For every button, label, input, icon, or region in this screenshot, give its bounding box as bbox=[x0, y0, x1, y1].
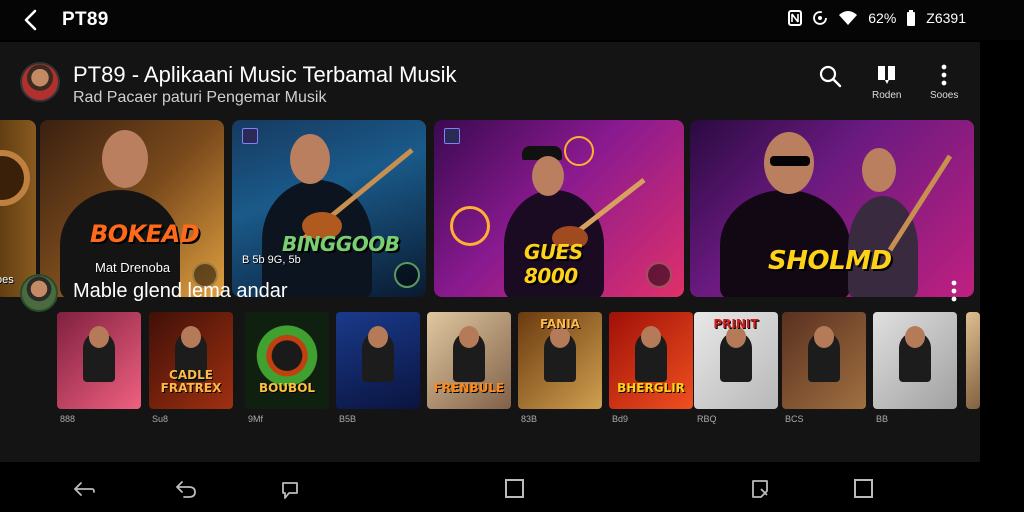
album-artist-face bbox=[459, 326, 479, 348]
album-meta: B5B bbox=[339, 414, 357, 424]
section-avatar[interactable] bbox=[20, 274, 58, 312]
featured-card-title: BINGGOOB bbox=[282, 232, 400, 256]
data-saver-icon bbox=[813, 11, 828, 25]
album-title: CADLE FRATREX bbox=[160, 368, 222, 395]
album-title: BOUBOL bbox=[258, 381, 316, 395]
album-card[interactable] bbox=[873, 312, 957, 409]
battery-percentage: 62% bbox=[868, 10, 897, 26]
album-artist-face bbox=[89, 326, 109, 348]
share-icon[interactable] bbox=[278, 478, 302, 500]
album-card[interactable]: BHERGLIR bbox=[609, 312, 693, 409]
play-badge-icon[interactable] bbox=[394, 262, 420, 288]
home-square-icon[interactable] bbox=[503, 478, 527, 500]
app-title: PT89 bbox=[62, 9, 109, 30]
album-artist-face bbox=[905, 326, 925, 348]
more-label: Sooes bbox=[930, 90, 959, 101]
featured-card-subtitle: oes bbox=[0, 274, 14, 286]
featured-card-title: BOKEAD bbox=[90, 220, 200, 248]
play-badge-icon[interactable] bbox=[646, 262, 672, 288]
search-icon bbox=[819, 65, 842, 88]
album-card[interactable] bbox=[57, 312, 141, 409]
library-icon bbox=[877, 66, 895, 84]
channel-avatar[interactable] bbox=[20, 62, 60, 102]
album-artist-face bbox=[641, 326, 661, 348]
app-panel: PT89 - Aplikaani Music Terbamal Musik Ra… bbox=[0, 42, 980, 462]
featured-carousel[interactable]: oes BOKEAD Mat Drenoba BINGGOOB B 5b 9G,… bbox=[0, 120, 980, 297]
artist-face bbox=[102, 130, 148, 188]
ring-graphic bbox=[564, 136, 594, 166]
album-card[interactable] bbox=[782, 312, 866, 409]
featured-card-title: GUES 8000 bbox=[524, 240, 583, 288]
section-more-button[interactable] bbox=[950, 280, 958, 307]
guitar-graphic bbox=[887, 154, 953, 252]
nfc-icon bbox=[788, 10, 803, 26]
album-title: FRENBULE bbox=[433, 381, 505, 395]
album-meta: Su8 bbox=[152, 414, 169, 424]
album-card[interactable]: FANIA bbox=[518, 312, 602, 409]
album-artist-face bbox=[368, 326, 388, 348]
more-vert-icon bbox=[951, 280, 957, 302]
status-icons: 62% Z6391 bbox=[788, 10, 966, 26]
clock: Z6391 bbox=[926, 10, 966, 26]
featured-card[interactable]: oes bbox=[0, 120, 36, 297]
section-title: Mable glend lema andar bbox=[73, 280, 288, 302]
ring-graphic bbox=[450, 206, 490, 246]
library-label: Roden bbox=[872, 90, 902, 101]
album-meta: 9Mf bbox=[248, 414, 264, 424]
album-card[interactable]: PRINIT bbox=[694, 312, 778, 409]
bookmark-icon[interactable] bbox=[749, 478, 773, 500]
navigation-bar bbox=[0, 466, 1024, 512]
album-card[interactable]: FRENBULE bbox=[427, 312, 511, 409]
featured-card[interactable]: BOKEAD Mat Drenoba bbox=[40, 120, 224, 297]
album-artist-face bbox=[181, 326, 201, 348]
album-meta: 888 bbox=[60, 414, 76, 424]
album-title: FANIA bbox=[540, 317, 580, 331]
album-meta: Bd9 bbox=[612, 414, 629, 424]
album-meta: RBQ bbox=[697, 414, 717, 424]
speaker-graphic bbox=[0, 150, 30, 206]
more-vert-icon bbox=[941, 64, 947, 86]
featured-card[interactable]: SHOLMD bbox=[690, 120, 974, 297]
album-artist-face bbox=[814, 326, 834, 348]
album-row[interactable]: 888 CADLE FRATREX Su8 BOUBOL 9Mf B5B FRE… bbox=[0, 312, 980, 424]
undo-icon[interactable] bbox=[174, 478, 198, 500]
album-card-partial[interactable] bbox=[966, 312, 980, 409]
featured-card[interactable]: BINGGOOB B 5b 9G, 5b bbox=[232, 120, 426, 297]
featured-card-subtitle: Mat Drenoba bbox=[95, 260, 171, 275]
album-meta: 83B bbox=[521, 414, 538, 424]
album-title: BHERGLIR bbox=[617, 381, 685, 395]
library-button[interactable]: Roden bbox=[872, 64, 901, 101]
artist-figure bbox=[720, 190, 850, 297]
battery-icon bbox=[907, 10, 916, 26]
album-meta: BB bbox=[876, 414, 889, 424]
album-card[interactable] bbox=[336, 312, 420, 409]
status-bar: PT89 62% Z6391 bbox=[0, 0, 1024, 40]
more-options-button[interactable]: Sooes bbox=[930, 64, 958, 101]
featured-card-title: SHOLMD bbox=[768, 246, 892, 276]
back-icon[interactable] bbox=[72, 478, 96, 500]
featured-card[interactable]: GUES 8000 bbox=[434, 120, 684, 297]
album-card[interactable]: CADLE FRATREX bbox=[149, 312, 233, 409]
wifi-icon bbox=[839, 11, 858, 25]
explicit-tag-icon bbox=[242, 128, 258, 144]
recents-square-icon[interactable] bbox=[852, 478, 876, 500]
album-meta: BCS bbox=[785, 414, 804, 424]
album-card[interactable]: BOUBOL bbox=[245, 312, 329, 409]
back-arrow-icon[interactable] bbox=[18, 8, 44, 32]
featured-card-subtitle: B 5b 9G, 5b bbox=[242, 254, 301, 266]
album-title: PRINIT bbox=[713, 317, 759, 331]
search-button[interactable] bbox=[818, 64, 842, 92]
page-subtitle: Rad Pacaer paturi Pengemar Musik bbox=[73, 89, 327, 106]
sunglasses-graphic bbox=[770, 156, 810, 166]
page-title: PT89 - Aplikaani Music Terbamal Musik bbox=[73, 62, 457, 87]
explicit-tag-icon bbox=[444, 128, 460, 144]
